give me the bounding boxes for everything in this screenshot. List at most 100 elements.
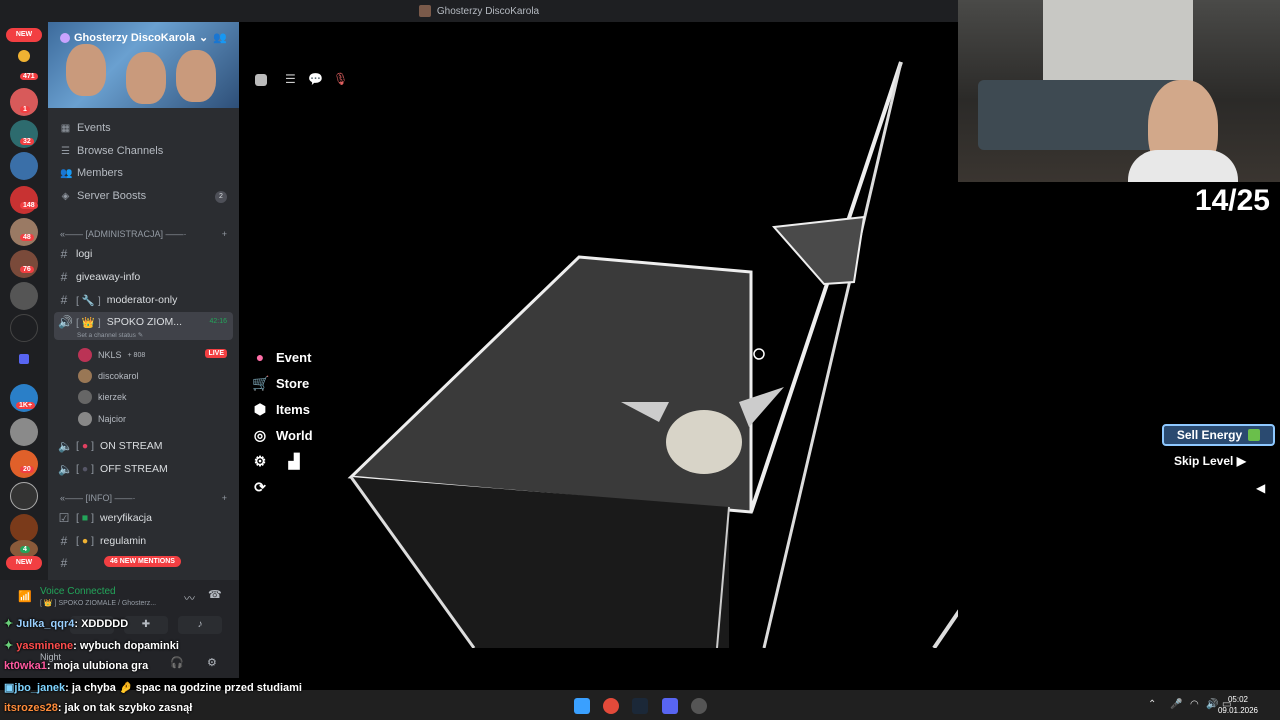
voice-user[interactable]: Najcior <box>78 412 126 426</box>
avatar <box>78 412 92 426</box>
channel-logi[interactable]: # logi <box>58 247 93 261</box>
add-channel-icon[interactable]: + <box>222 493 227 503</box>
invite-people-icon[interactable]: 👥 <box>213 31 227 44</box>
category-label: «—— [INFO] ——· <box>60 493 136 503</box>
trophy-icon[interactable] <box>18 50 30 62</box>
discord-icon[interactable] <box>662 698 678 714</box>
moon-icon[interactable] <box>10 314 38 342</box>
channel-status[interactable]: Set a channel status ✎ <box>77 331 143 339</box>
roblox-icon[interactable] <box>255 74 267 86</box>
activity-button[interactable]: ✚ <box>124 616 168 634</box>
new-badge[interactable]: NEW <box>6 556 42 570</box>
nav-browse-channels[interactable]: ☰ Browse Channels <box>60 145 163 157</box>
menu-label: World <box>276 428 313 443</box>
signal-icon[interactable]: 📶 <box>18 590 32 603</box>
guild-icon[interactable] <box>10 186 38 214</box>
game-menu-store[interactable]: 🛒 Store <box>252 375 309 392</box>
game-menu-items[interactable]: ⬢ Items <box>252 401 310 418</box>
guild-icon[interactable] <box>10 218 38 246</box>
nav-members[interactable]: 👥 Members <box>60 167 123 179</box>
guild-icon[interactable] <box>10 450 38 478</box>
leaderboard-icon[interactable]: ▟ <box>286 453 302 470</box>
cube-icon: ⬢ <box>253 401 267 417</box>
window-title-bar: Ghosterzy DiscoKarola <box>0 0 958 22</box>
energy-icon <box>1248 429 1261 441</box>
voice-channel-spoko[interactable]: 🔊[ 👑 ] SPOKO ZIOM... <box>58 315 182 329</box>
noise-suppression-icon[interactable]: 〰 <box>184 590 195 606</box>
guild-badge: 1K+ <box>16 402 36 409</box>
refresh-icon[interactable]: ⟳ <box>252 479 268 496</box>
nav-events[interactable]: ▦ Events <box>60 122 111 134</box>
chat-text: : moja ulubiona gra <box>46 660 149 672</box>
guild-icon[interactable] <box>10 482 38 510</box>
banner-face <box>176 50 216 102</box>
voice-connected-title[interactable]: Voice Connected <box>40 586 116 597</box>
game-menu-world[interactable]: ◎ World <box>252 427 313 444</box>
new-mentions-pill[interactable]: 46 NEW MENTIONS <box>104 556 181 567</box>
guild-icon[interactable] <box>10 514 38 542</box>
tray-chevron-icon[interactable]: ⌃ <box>1148 699 1156 710</box>
speaker-icon: 🔊 <box>58 315 73 329</box>
game-menu-event[interactable]: ● Event <box>252 349 312 365</box>
microphone-tray-icon[interactable]: 🎤 <box>1170 699 1182 710</box>
menu-icon[interactable]: ☰ <box>285 72 296 86</box>
system-clock[interactable]: 05:02 09.01.2026 <box>1218 694 1258 716</box>
voice-user[interactable]: discokarol <box>78 369 139 383</box>
headphones-icon[interactable]: 🎧 <box>170 656 184 669</box>
volume-icon[interactable]: 🔊 <box>1206 699 1218 710</box>
voice-channel-off-stream[interactable]: 🔈[ ● ] OFF STREAM <box>58 462 168 476</box>
voice-user[interactable]: kierzek <box>78 390 127 404</box>
add-channel-icon[interactable]: + <box>222 229 227 239</box>
checkbox-icon: ☑ <box>58 511 70 525</box>
windows-start-icon[interactable] <box>574 698 590 714</box>
user-extra: + 808 <box>127 351 146 359</box>
server-banner: Ghosterzy DiscoKarola ⌄ 👥 <box>48 22 239 108</box>
sell-energy-button[interactable]: Sell Energy <box>1162 424 1275 446</box>
microphone-icon[interactable]: 🎙 <box>333 72 348 86</box>
category-info[interactable]: «—— [INFO] ——· + <box>60 493 227 503</box>
voice-connected-subtitle[interactable]: [ 👑 ] SPOKO ZIOMALE / Ghosterz... <box>40 599 156 607</box>
channel-sidebar: Ghosterzy DiscoKarola ⌄ 👥 ▦ Events ☰ Brows… <box>48 22 239 590</box>
settings-gear-icon[interactable]: ⚙ <box>207 656 217 669</box>
collapse-arrow-icon[interactable]: ◀ <box>1256 481 1265 495</box>
voice-user[interactable]: NKLS + 808 <box>78 348 145 362</box>
disconnect-icon[interactable]: ☎ <box>208 588 222 601</box>
chat-user: kt0wka1 <box>4 660 47 672</box>
soundboard-button[interactable]: ♪ <box>178 616 222 634</box>
steam-icon[interactable] <box>632 698 648 714</box>
button-label: Skip Level <box>1174 454 1234 468</box>
app-icon[interactable] <box>691 698 707 714</box>
server-name-dropdown[interactable]: Ghosterzy DiscoKarola ⌄ <box>60 31 208 44</box>
chat-message: ✦ Julka_qqr4: XDDDDD <box>4 617 128 630</box>
channel-regulamin[interactable]: # [ ● ] regulamin <box>58 534 146 548</box>
skip-level-button[interactable]: Skip Level ▶ <box>1174 454 1246 468</box>
channel-weryfikacja[interactable]: ☑ [ ■ ] weryfikacja <box>58 511 152 525</box>
chat-message: itsrozes28: jak on tak szybko zasnął <box>4 702 192 714</box>
voice-timer: 42:16 <box>209 318 227 325</box>
folder-icon[interactable] <box>19 354 29 364</box>
new-badge[interactable]: NEW <box>6 28 42 42</box>
channel-giveaway-info[interactable]: # giveaway-info <box>58 270 141 284</box>
server-thumbnail-icon <box>418 5 431 17</box>
menu-label: Items <box>276 402 310 417</box>
category-administracja[interactable]: «—— [ADMINISTRACJA] ——· + <box>60 229 227 239</box>
hash-icon: # <box>60 247 68 261</box>
settings-gear-icon[interactable]: ⚙ <box>252 453 268 470</box>
nav-server-boosts[interactable]: ◈ Server Boosts <box>60 190 146 202</box>
channel-hidden[interactable]: # <box>58 556 70 570</box>
wifi-icon[interactable]: ◠ <box>1190 699 1199 710</box>
hash-icon: # <box>60 534 68 548</box>
chat-icon[interactable]: 💬 <box>308 72 323 86</box>
game-viewport[interactable] <box>239 22 958 648</box>
avatar <box>78 390 92 404</box>
channel-moderator-only[interactable]: # [ 🔧 ] moderator-only <box>58 293 178 307</box>
chat-message: ✦ yasminene: wybuch dopaminki <box>4 639 179 652</box>
chrome-icon[interactable] <box>603 698 619 714</box>
guild-icon[interactable] <box>10 250 38 278</box>
guild-icon[interactable] <box>10 282 38 310</box>
guild-icon[interactable] <box>10 418 38 446</box>
voice-channel-on-stream[interactable]: 🔈[ ● ] ON STREAM <box>58 439 162 453</box>
chat-text: : XDDDDD <box>74 618 129 630</box>
cart-icon: 🛒 <box>252 375 270 391</box>
guild-icon[interactable] <box>10 152 38 180</box>
